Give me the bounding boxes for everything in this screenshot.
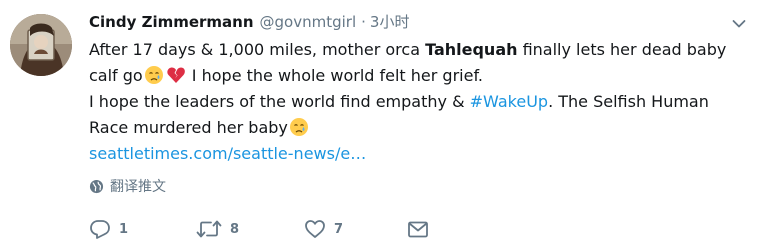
envelope-icon xyxy=(408,221,428,238)
reply-count: 1 xyxy=(119,221,129,237)
heart-icon xyxy=(305,220,325,238)
translate-tweet-button[interactable]: 翻译推文 xyxy=(89,176,166,196)
translate-label: 翻译推文 xyxy=(110,179,166,195)
tweet-header: Cindy Zimmermann @govnmtgirl · 3小时 xyxy=(89,11,729,33)
retweet-count: 8 xyxy=(230,221,240,237)
tweet-text-bold: Tahlequah xyxy=(425,40,518,59)
tweet-text-segment: calf go xyxy=(89,66,143,85)
author-name[interactable]: Cindy Zimmermann xyxy=(89,11,254,33)
chevron-down-icon[interactable] xyxy=(732,19,746,29)
crying-face-emoji-icon xyxy=(144,66,163,84)
tweet-text: After 17 days & 1,000 miles, mother orca… xyxy=(89,37,729,167)
tweet-line-4: Race murdered her baby xyxy=(89,115,729,141)
avatar-image xyxy=(10,14,72,76)
tweet-line-5: seattletimes.com/seattle-news/e… xyxy=(89,141,729,167)
avatar[interactable] xyxy=(10,14,72,76)
article-link[interactable]: seattletimes.com/seattle-news/e… xyxy=(89,144,366,163)
tweet-timestamp[interactable]: 3小时 xyxy=(370,11,410,33)
tweet-line-3: I hope the leaders of the world find emp… xyxy=(89,89,729,115)
tweet-line-1: After 17 days & 1,000 miles, mother orca… xyxy=(89,37,729,63)
tweet-text-segment: . The Selfish Human xyxy=(548,92,709,111)
direct-message-button[interactable] xyxy=(407,219,429,239)
like-button[interactable]: 7 xyxy=(304,219,343,239)
tweet-text-segment: I hope the whole world felt her grief. xyxy=(186,66,484,85)
broken-heart-emoji-icon xyxy=(167,67,185,83)
retweet-icon xyxy=(196,220,222,238)
tweet-content: Cindy Zimmermann @govnmtgirl · 3小时 After… xyxy=(89,11,746,167)
like-count: 7 xyxy=(334,221,344,237)
tweet-text-segment: After 17 days & 1,000 miles, mother orca xyxy=(89,40,426,59)
author-handle[interactable]: @govnmtgirl xyxy=(260,11,357,33)
hashtag-link[interactable]: #WakeUp xyxy=(470,92,548,111)
crying-face-emoji-icon xyxy=(289,118,308,136)
header-separator: · xyxy=(361,13,366,31)
reply-icon xyxy=(90,220,110,239)
tweet-text-segment: Race murdered her baby xyxy=(89,118,288,137)
retweet-button[interactable]: 8 xyxy=(196,219,239,239)
tweet-text-segment: I hope the leaders of the world find emp… xyxy=(89,92,470,111)
reply-button[interactable]: 1 xyxy=(89,219,128,239)
tweet-text-segment: finally lets her dead baby xyxy=(517,40,727,59)
tweet-card[interactable]: Cindy Zimmermann @govnmtgirl · 3小时 After… xyxy=(0,0,759,251)
tweet-line-2: calf go I hope the whole world felt her … xyxy=(89,63,729,89)
globe-icon xyxy=(89,179,104,193)
